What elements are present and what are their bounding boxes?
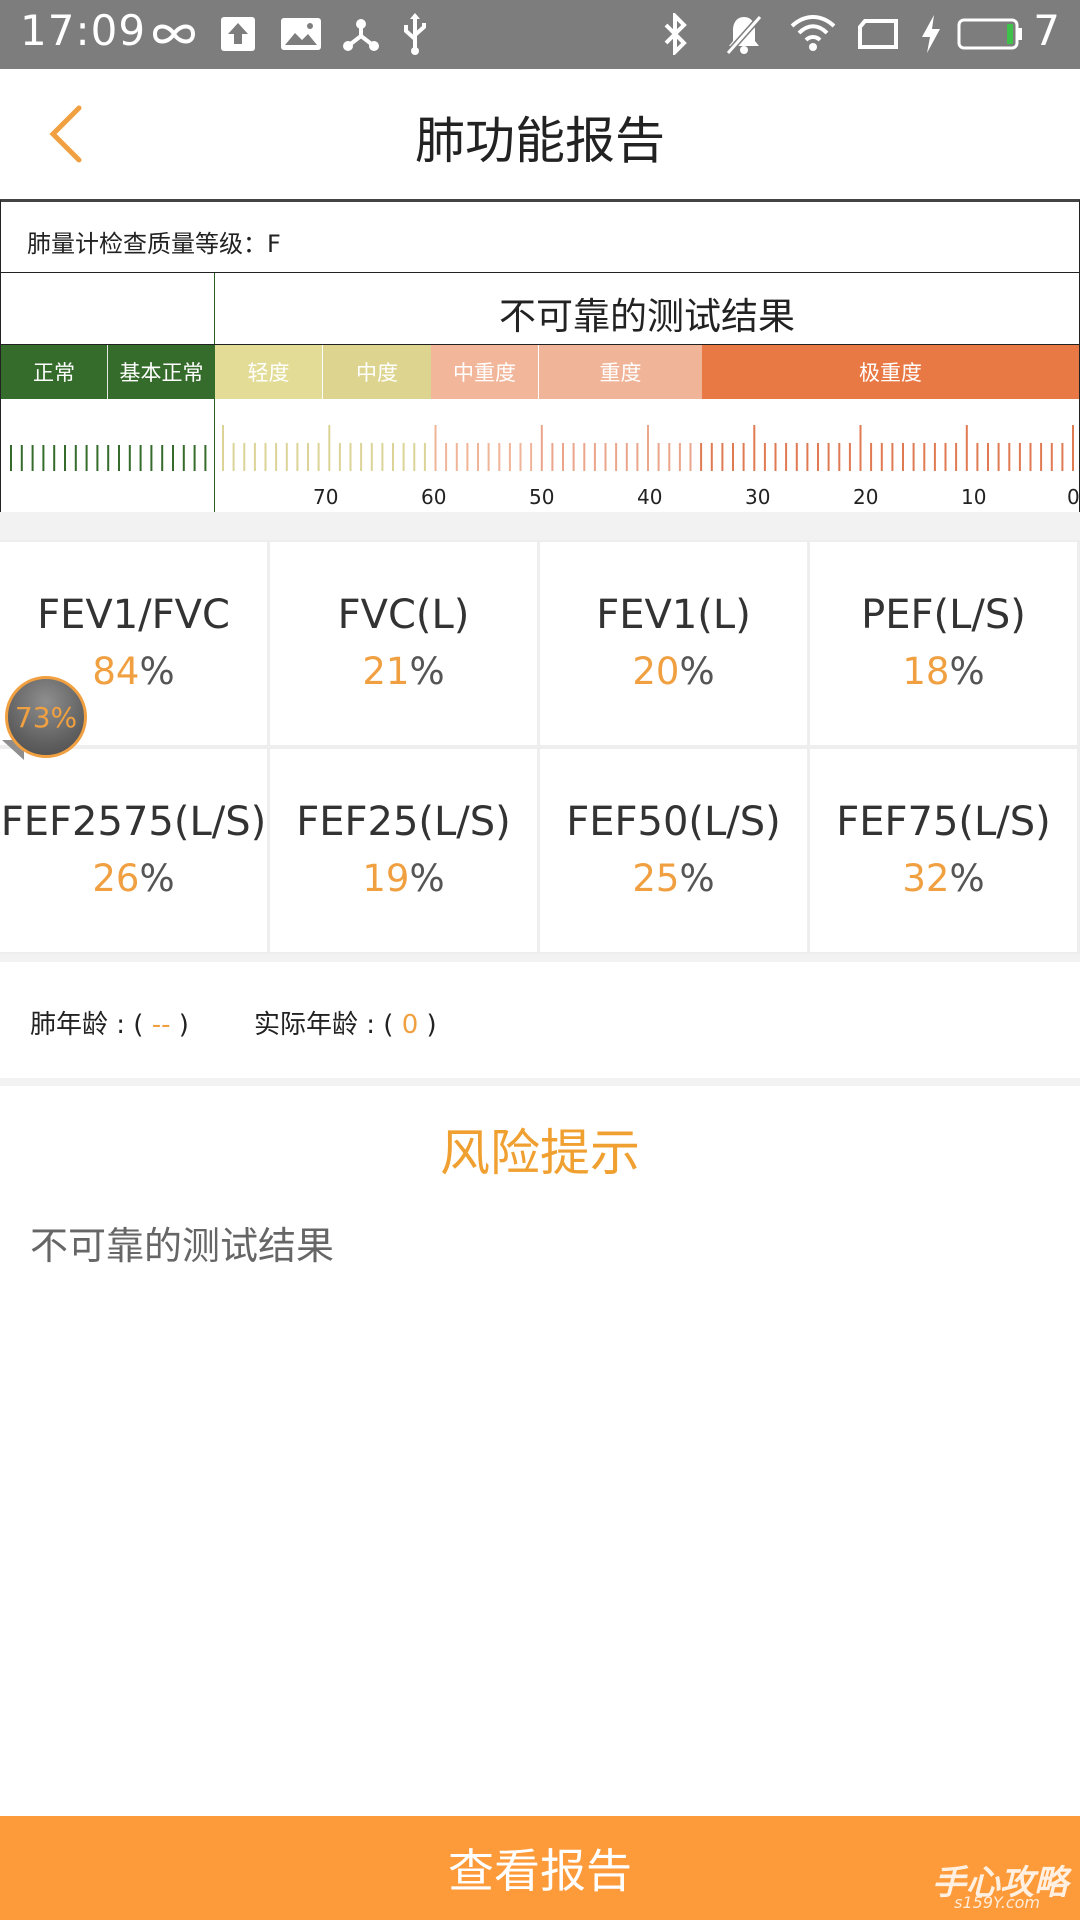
metric-card-fev1[interactable]: FEV1(L) 20%	[540, 542, 807, 745]
view-report-button[interactable]: 查看报告	[0, 1816, 1080, 1920]
actual-age: 实际年龄 : ( 0 )	[254, 1004, 437, 1041]
battery-icon	[956, 10, 1024, 58]
metric-unit: %	[949, 857, 985, 900]
severity-very-severe: 极重度	[702, 345, 1079, 399]
severity-moderate: 中度	[323, 345, 431, 399]
metric-value: 32%	[810, 857, 1077, 900]
header: 肺功能报告	[0, 69, 1080, 199]
metric-value: 21%	[270, 650, 537, 693]
metric-unit: %	[409, 650, 445, 693]
metric-unit: %	[679, 650, 715, 693]
metric-value: 20%	[540, 650, 807, 693]
metric-number: 21	[362, 650, 410, 693]
section-divider	[0, 512, 1080, 540]
lung-age: 肺年龄 : ( -- )	[30, 1004, 189, 1041]
metric-number: 26	[92, 857, 140, 900]
tick-label-40: 40	[637, 485, 663, 509]
status-time: 17:09	[20, 6, 147, 55]
metric-value: 26%	[0, 857, 267, 900]
tick-marks	[10, 425, 1074, 471]
metric-unit: %	[139, 857, 175, 900]
severity-panel: 肺量计检查质量等级：F 不可靠的测试结果 正常 基本正常 轻度 中度 中重度 重…	[0, 199, 1080, 516]
tick-label-20: 20	[853, 485, 879, 509]
tick-label-0: 0	[1067, 485, 1080, 509]
metric-unit: %	[409, 857, 445, 900]
bubble-value: 73%	[5, 676, 87, 758]
quality-grade-label: 肺量计检查质量等级：F	[27, 230, 281, 258]
quality-row: 肺量计检查质量等级：F	[1, 202, 1079, 273]
bluetooth-icon	[658, 10, 694, 58]
bell-off-icon	[722, 10, 766, 58]
age-row: 肺年龄 : ( -- ) 实际年龄 : ( 0 )	[0, 962, 1080, 1078]
result-text: 不可靠的测试结果	[499, 295, 795, 338]
usb-icon	[398, 10, 432, 58]
actual-age-label: 实际年龄 : (	[254, 1010, 394, 1040]
tick-label-50: 50	[529, 485, 555, 509]
metric-name: FEF25(L/S)	[296, 799, 511, 845]
scale-ticks: 70 60 50 40 30 20 10 0	[1, 399, 1080, 515]
severity-moderately-severe: 中重度	[431, 345, 539, 399]
metric-card-fvc[interactable]: FVC(L) 21%	[270, 542, 537, 745]
tick-label-60: 60	[421, 485, 447, 509]
upload-icon	[218, 10, 258, 58]
tick-label-70: 70	[313, 485, 339, 509]
metric-number: 84	[92, 650, 140, 693]
metric-card-fef2575[interactable]: FEF2575(L/S) 26%	[0, 749, 267, 952]
metric-name: FEF50(L/S)	[566, 799, 781, 845]
share-network-icon	[340, 10, 382, 58]
section-divider	[0, 1078, 1080, 1086]
section-divider	[0, 954, 1080, 962]
tick-label-10: 10	[961, 485, 987, 509]
metric-name: FEV1/FVC	[37, 592, 230, 638]
result-row: 不可靠的测试结果	[1, 273, 1079, 345]
metric-value: 18%	[810, 650, 1077, 693]
metric-value: 25%	[540, 857, 807, 900]
view-report-label: 查看报告	[448, 1844, 632, 1898]
status-bar: 17:09 7	[0, 0, 1080, 69]
metric-number: 20	[632, 650, 680, 693]
lung-age-label: 肺年龄 : (	[30, 1010, 144, 1040]
risk-text: 不可靠的测试结果	[30, 1224, 335, 1268]
metric-value: 19%	[270, 857, 537, 900]
image-icon	[280, 10, 322, 58]
result-row-blank	[1, 273, 215, 344]
metric-name: FVC(L)	[337, 592, 470, 638]
metric-card-fef75[interactable]: FEF75(L/S) 32%	[810, 749, 1077, 952]
metric-card-fef25[interactable]: FEF25(L/S) 19%	[270, 749, 537, 952]
normal-divider	[214, 399, 215, 515]
actual-age-close: )	[426, 1010, 437, 1040]
metric-name: FEV1(L)	[596, 592, 751, 638]
severity-mild: 轻度	[215, 345, 323, 399]
metric-name: PEF(L/S)	[861, 592, 1026, 638]
severity-basic-normal: 基本正常	[108, 345, 215, 399]
metric-unit: %	[139, 650, 175, 693]
metrics-grid: FEV1/FVC 84% FVC(L) 21% FEV1(L) 20% PEF(…	[0, 540, 1080, 954]
wifi-icon	[788, 10, 838, 58]
metric-number: 18	[902, 650, 950, 693]
infinity-icon	[148, 10, 200, 58]
metric-number: 25	[632, 857, 680, 900]
severity-severe: 重度	[539, 345, 702, 399]
metric-card-pef[interactable]: PEF(L/S) 18%	[810, 542, 1077, 745]
charging-icon	[918, 10, 944, 58]
metric-card-fef50[interactable]: FEF50(L/S) 25%	[540, 749, 807, 952]
page-title: 肺功能报告	[415, 112, 665, 170]
screen-rotate-icon	[856, 10, 900, 58]
tick-label-30: 30	[745, 485, 771, 509]
metric-number: 19	[362, 857, 410, 900]
watermark-url: s159Y.com	[954, 1893, 1040, 1912]
severity-normal: 正常	[1, 345, 108, 399]
severity-scale-bar: 正常 基本正常 轻度 中度 中重度 重度 极重度	[1, 345, 1079, 399]
metric-name: FEF75(L/S)	[836, 799, 1051, 845]
floating-speed-bubble[interactable]: 73%	[0, 672, 96, 762]
battery-level: 7	[1033, 6, 1060, 55]
metric-unit: %	[679, 857, 715, 900]
metric-unit: %	[949, 650, 985, 693]
risk-title: 风险提示	[440, 1124, 640, 1182]
metric-number: 32	[902, 857, 950, 900]
lung-age-close: )	[178, 1010, 189, 1040]
actual-age-value: 0	[401, 1010, 419, 1040]
lung-age-value: --	[151, 1010, 171, 1040]
metric-name: FEF2575(L/S)	[0, 799, 267, 845]
